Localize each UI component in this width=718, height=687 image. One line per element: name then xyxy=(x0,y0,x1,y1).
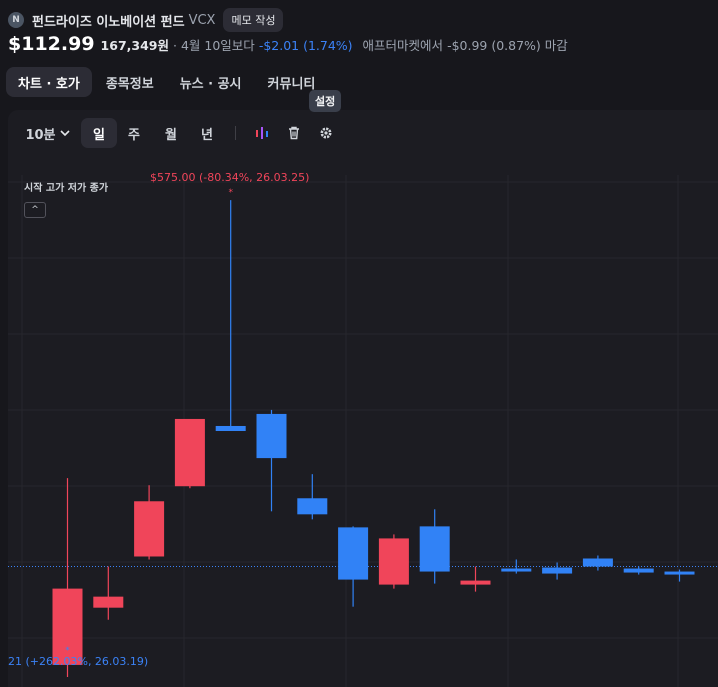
stock-title-row: N 펀드라이즈 이노베이션 펀드 VCX 메모 작성 xyxy=(8,8,284,32)
candle-body xyxy=(134,501,165,557)
candle-body xyxy=(93,596,124,608)
settings-tooltip: 설정 xyxy=(309,90,342,112)
candle-body xyxy=(542,567,573,574)
tab-news-disclosure[interactable]: 뉴스 · 공시 xyxy=(168,67,254,97)
main-tabs: 차트 · 호가 종목정보 뉴스 · 공시 커뮤니티 xyxy=(6,67,329,97)
volume: 167,349원 xyxy=(100,38,169,53)
candle-body xyxy=(460,580,491,585)
candle-body xyxy=(419,526,450,572)
candle-body xyxy=(623,568,654,573)
current-price: $112.99 xyxy=(8,33,95,55)
candlestick-chart[interactable]: ** $575.00 (-80.34%, 26.03.25) 21 (+262.… xyxy=(8,110,718,687)
candle-body xyxy=(256,413,287,459)
max-marker: * xyxy=(228,188,233,198)
price-change: -$2.01 (1.74%) xyxy=(258,38,353,53)
candle-body xyxy=(664,571,695,575)
ticker-symbol: VCX xyxy=(188,12,216,28)
chart-panel: 10분 일 주 월 년 시작 고가 저가 종가 ^ * * $575.00 (-… xyxy=(8,110,718,687)
chart-grid xyxy=(8,175,718,687)
min-price-annotation: 21 (+262.03%, 26.03.19) xyxy=(8,655,148,668)
fund-name: 펀드라이즈 이노베이션 펀드 xyxy=(32,14,185,30)
candle-body xyxy=(174,418,205,487)
max-price-annotation: $575.00 (-80.34%, 26.03.25) xyxy=(150,171,309,184)
tab-chart-orderbook[interactable]: 차트 · 호가 xyxy=(6,67,92,97)
candle-body xyxy=(338,527,369,580)
fund-logo: N xyxy=(8,12,24,28)
candle-series: ** xyxy=(52,188,695,677)
after-market-change: -$0.99 (0.87%) 마감 xyxy=(447,38,568,53)
memo-button[interactable]: 메모 작성 xyxy=(223,8,284,32)
price-row: $112.99 167,349원 · 4월 10일보다 -$2.01 (1.74… xyxy=(8,33,568,57)
candle-body xyxy=(582,558,613,567)
tab-stock-info[interactable]: 종목정보 xyxy=(94,67,166,97)
candle-body xyxy=(215,425,246,431)
separator-dot: · xyxy=(172,38,177,53)
candle-body xyxy=(501,568,532,572)
compare-date-label: 4월 10일보다 xyxy=(180,38,255,53)
candle-body xyxy=(378,538,409,585)
after-market-label: 애프터마켓에서 xyxy=(362,38,444,53)
candle-body xyxy=(297,498,328,515)
